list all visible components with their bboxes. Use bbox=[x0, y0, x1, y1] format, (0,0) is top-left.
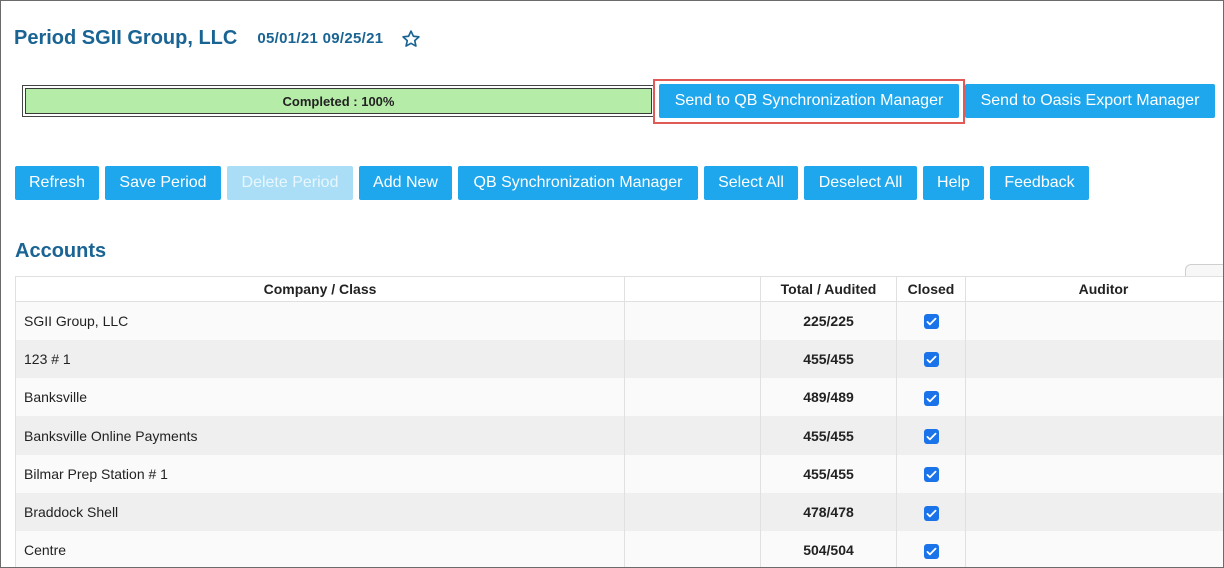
column-header-blank bbox=[624, 276, 761, 302]
progress-bar: Completed : 100% bbox=[22, 85, 655, 117]
total-audited-cell: 455/455 bbox=[760, 454, 897, 493]
progress-label: Completed : 100% bbox=[25, 88, 652, 114]
closed-cell bbox=[896, 531, 966, 567]
blank-cell bbox=[624, 492, 761, 532]
auditor-cell[interactable] bbox=[965, 454, 1223, 493]
closed-checkbox[interactable] bbox=[923, 467, 939, 483]
accounts-title: Accounts bbox=[15, 240, 107, 262]
table-header-row: Company / Class Total / Audited Closed A… bbox=[15, 276, 1223, 302]
blank-cell bbox=[624, 416, 761, 455]
refresh-button[interactable]: Refresh bbox=[15, 166, 99, 200]
auditor-cell[interactable] bbox=[965, 339, 1223, 379]
blank-cell bbox=[624, 454, 761, 493]
send-to-qb-sync-button[interactable]: Send to QB Synchronization Manager bbox=[659, 84, 959, 118]
app-frame: Period SGII Group, LLC 05/01/21 09/25/21… bbox=[0, 0, 1224, 568]
blank-cell bbox=[624, 339, 761, 379]
closed-cell bbox=[896, 454, 966, 493]
closed-cell bbox=[896, 378, 966, 417]
total-audited-cell: 455/455 bbox=[760, 416, 897, 455]
deselect-all-button[interactable]: Deselect All bbox=[804, 166, 917, 200]
closed-checkbox[interactable] bbox=[923, 543, 939, 559]
accounts-table-body: SGII Group, LLC 225/225 123 # 1 455/455 Bank… bbox=[15, 301, 1223, 567]
column-header-closed[interactable]: Closed bbox=[896, 276, 966, 302]
auditor-cell[interactable] bbox=[965, 416, 1223, 455]
total-audited-cell: 478/478 bbox=[760, 492, 897, 532]
auditor-cell[interactable] bbox=[965, 378, 1223, 417]
total-audited-cell: 489/489 bbox=[760, 378, 897, 417]
auditor-cell[interactable] bbox=[965, 301, 1223, 340]
closed-checkbox[interactable] bbox=[923, 390, 939, 406]
column-header-auditor[interactable]: Auditor bbox=[965, 276, 1223, 302]
table-row[interactable]: SGII Group, LLC 225/225 bbox=[15, 301, 1223, 340]
closed-cell bbox=[896, 301, 966, 340]
delete-period-button: Delete Period bbox=[227, 166, 353, 200]
star-outline-icon[interactable] bbox=[401, 29, 421, 49]
total-audited-cell: 504/504 bbox=[760, 531, 897, 567]
total-audited-cell: 455/455 bbox=[760, 339, 897, 379]
auditor-cell[interactable] bbox=[965, 531, 1223, 567]
closed-checkbox[interactable] bbox=[923, 314, 939, 330]
company-cell: Braddock Shell bbox=[15, 492, 625, 532]
company-cell: 123 # 1 bbox=[15, 339, 625, 379]
company-cell: SGII Group, LLC bbox=[15, 301, 625, 340]
select-all-button[interactable]: Select All bbox=[704, 166, 798, 200]
accounts-table: Company / Class Total / Audited Closed A… bbox=[15, 276, 1223, 567]
page-title: Period SGII Group, LLC bbox=[14, 27, 238, 49]
help-button[interactable]: Help bbox=[923, 166, 984, 200]
table-row[interactable]: Bilmar Prep Station # 1 455/455 bbox=[15, 454, 1223, 493]
feedback-button[interactable]: Feedback bbox=[990, 166, 1089, 200]
column-header-company[interactable]: Company / Class bbox=[15, 276, 625, 302]
closed-cell bbox=[896, 416, 966, 455]
table-row[interactable]: 123 # 1 455/455 bbox=[15, 339, 1223, 379]
company-cell: Banksville Online Payments bbox=[15, 416, 625, 455]
side-panel-tab[interactable] bbox=[1185, 264, 1223, 276]
blank-cell bbox=[624, 378, 761, 417]
qb-sync-manager-button[interactable]: QB Synchronization Manager bbox=[458, 166, 698, 200]
closed-cell bbox=[896, 339, 966, 379]
auditor-cell[interactable] bbox=[965, 492, 1223, 532]
company-cell: Banksville bbox=[15, 378, 625, 417]
blank-cell bbox=[624, 301, 761, 340]
blank-cell bbox=[624, 531, 761, 567]
closed-checkbox[interactable] bbox=[923, 352, 939, 368]
closed-checkbox[interactable] bbox=[923, 428, 939, 444]
save-period-button[interactable]: Save Period bbox=[105, 166, 221, 200]
closed-checkbox[interactable] bbox=[923, 505, 939, 521]
closed-cell bbox=[896, 492, 966, 532]
company-cell: Bilmar Prep Station # 1 bbox=[15, 454, 625, 493]
company-cell: Centre bbox=[15, 531, 625, 567]
header: Period SGII Group, LLC 05/01/21 09/25/21 bbox=[14, 27, 421, 50]
period-dates: 05/01/21 09/25/21 bbox=[257, 30, 384, 47]
add-new-button[interactable]: Add New bbox=[359, 166, 452, 200]
total-audited-cell: 225/225 bbox=[760, 301, 897, 340]
table-row[interactable]: Braddock Shell 478/478 bbox=[15, 492, 1223, 532]
column-header-total[interactable]: Total / Audited bbox=[760, 276, 897, 302]
table-row[interactable]: Banksville Online Payments 455/455 bbox=[15, 416, 1223, 455]
send-to-oasis-export-button[interactable]: Send to Oasis Export Manager bbox=[965, 84, 1215, 118]
table-row[interactable]: Banksville 489/489 bbox=[15, 378, 1223, 417]
table-row[interactable]: Centre 504/504 bbox=[15, 531, 1223, 567]
